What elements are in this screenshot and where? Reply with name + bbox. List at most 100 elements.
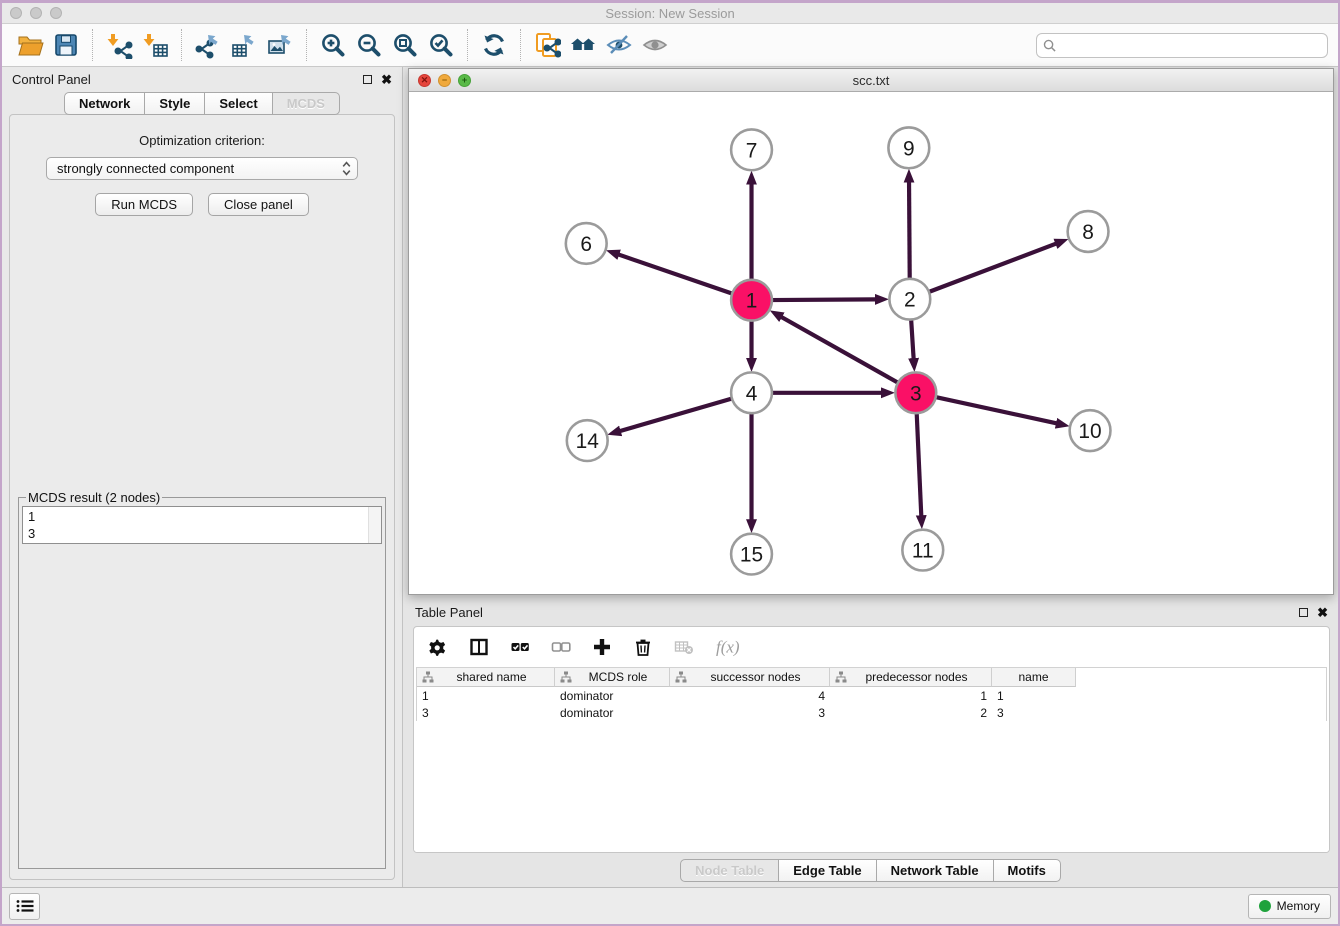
svg-text:10: 10 [1078, 420, 1101, 443]
zoom-in-button[interactable] [315, 28, 351, 62]
table-settings-button[interactable] [428, 637, 448, 657]
close-panel-button[interactable]: Close panel [208, 193, 309, 216]
delete-column-icon [633, 637, 653, 657]
column-layout-button[interactable] [469, 637, 489, 657]
close-panel-icon[interactable]: ✖ [381, 73, 392, 86]
search-box[interactable] [1036, 33, 1328, 58]
table-tab-network-table[interactable]: Network Table [877, 859, 994, 882]
duplicate-network-icon [533, 31, 561, 59]
delete-table-button [674, 637, 694, 657]
table-row-2[interactable]: 3dominator323 [417, 704, 1326, 721]
graph-node-6[interactable]: 6 [566, 223, 607, 264]
zoom-out-button[interactable] [351, 28, 387, 62]
svg-text:f(x): f(x) [716, 638, 740, 657]
cell-MCDS-role[interactable]: dominator [555, 704, 670, 721]
tab-style[interactable]: Style [145, 92, 205, 115]
zoom-selected-button[interactable] [423, 28, 459, 62]
edge-2-8[interactable] [927, 244, 1056, 293]
graph-node-4[interactable]: 4 [731, 372, 772, 413]
edge-3-1[interactable] [781, 317, 899, 384]
save-session-button[interactable] [48, 28, 84, 62]
export-image-button[interactable] [262, 28, 298, 62]
task-history-button[interactable] [9, 893, 40, 920]
result-scrollbar[interactable] [368, 507, 381, 543]
column-header-successor-nodes[interactable]: successor nodes [670, 668, 830, 687]
export-table-button[interactable] [226, 28, 262, 62]
cell-name[interactable]: 1 [992, 687, 1076, 704]
node-table-card: f(x) shared nameMCDS rolesuccessor nodes… [413, 626, 1330, 853]
optimization-select[interactable]: strongly connected component [46, 157, 358, 180]
column-header-MCDS-role[interactable]: MCDS role [555, 668, 670, 687]
column-header-shared-name[interactable]: shared name [417, 668, 555, 687]
edge-1-2[interactable] [770, 299, 876, 300]
cell-predecessor-nodes[interactable]: 1 [830, 687, 992, 704]
table-row-1[interactable]: 1dominator411 [417, 687, 1326, 704]
deselect-all-rows-button[interactable] [551, 637, 571, 657]
column-header-name[interactable]: name [992, 668, 1076, 687]
edge-1-6[interactable] [619, 255, 734, 295]
tab-mcds[interactable]: MCDS [273, 92, 340, 115]
workspace: ✕ − + scc.txt 7968124314101511 Table Pan… [403, 67, 1338, 887]
table-tab-edge-table[interactable]: Edge Table [779, 859, 876, 882]
select-all-rows-button[interactable] [510, 637, 530, 657]
edge-3-10[interactable] [934, 397, 1057, 424]
svg-text:14: 14 [576, 430, 599, 453]
tab-network[interactable]: Network [64, 92, 145, 115]
cell-shared-name[interactable]: 1 [417, 687, 555, 704]
add-column-button[interactable] [592, 637, 612, 657]
mcds-result-list: 13 [22, 506, 382, 544]
session-title: Session: New Session [2, 6, 1338, 21]
float-panel-icon[interactable] [363, 75, 372, 84]
export-network-button[interactable] [190, 28, 226, 62]
graph-node-14[interactable]: 14 [567, 420, 608, 461]
graph-node-11[interactable]: 11 [902, 530, 943, 571]
table-tab-node-table[interactable]: Node Table [680, 859, 779, 882]
network-canvas[interactable]: 7 9 6 8 1 2 4 3 14 10 15 11 [409, 92, 1333, 594]
column-header-predecessor-nodes[interactable]: predecessor nodes [830, 668, 992, 687]
graph-node-9[interactable]: 9 [888, 127, 929, 168]
graph-node-7[interactable]: 7 [731, 129, 772, 170]
table-tab-motifs[interactable]: Motifs [994, 859, 1061, 882]
save-session-icon [52, 31, 80, 59]
graph-node-3[interactable]: 3 [895, 372, 936, 413]
duplicate-network-button[interactable] [529, 28, 565, 62]
edge-3-11[interactable] [917, 411, 922, 516]
import-table-button[interactable] [137, 28, 173, 62]
svg-text:2: 2 [904, 289, 916, 312]
open-file-button[interactable] [12, 28, 48, 62]
toolbar-separator [306, 29, 307, 61]
cell-MCDS-role[interactable]: dominator [555, 687, 670, 704]
hide-panel-button[interactable] [601, 28, 637, 62]
svg-text:7: 7 [746, 139, 758, 162]
delete-column-button[interactable] [633, 637, 653, 657]
edge-2-9[interactable] [909, 182, 910, 281]
refresh-button[interactable] [476, 28, 512, 62]
edge-4-14[interactable] [620, 398, 734, 431]
float-table-panel-icon[interactable] [1299, 608, 1308, 617]
import-network-button[interactable] [101, 28, 137, 62]
graph-node-2[interactable]: 2 [889, 279, 930, 320]
svg-text:4: 4 [746, 382, 758, 405]
graph-node-1[interactable]: 1 [731, 280, 772, 321]
cell-name[interactable]: 3 [992, 704, 1076, 721]
zoom-fit-button[interactable] [387, 28, 423, 62]
tab-select[interactable]: Select [205, 92, 272, 115]
show-panel-button [637, 28, 673, 62]
optimization-label: Optimization criterion: [10, 133, 394, 148]
cell-predecessor-nodes[interactable]: 2 [830, 704, 992, 721]
task-list-icon [16, 899, 34, 913]
close-table-panel-icon[interactable]: ✖ [1317, 606, 1328, 619]
mcds-panel: Optimization criterion: strongly connect… [9, 114, 395, 880]
open-cyndex-button[interactable] [565, 28, 601, 62]
graph-node-8[interactable]: 8 [1068, 211, 1109, 252]
cell-successor-nodes[interactable]: 4 [670, 687, 830, 704]
run-mcds-button[interactable]: Run MCDS [95, 193, 193, 216]
graph-node-10[interactable]: 10 [1070, 410, 1111, 451]
search-input[interactable] [1060, 38, 1321, 53]
cell-shared-name[interactable]: 3 [417, 704, 555, 721]
table-empty-area [414, 721, 1329, 852]
cell-successor-nodes[interactable]: 3 [670, 704, 830, 721]
memory-button[interactable]: Memory [1248, 894, 1331, 919]
graph-node-15[interactable]: 15 [731, 534, 772, 575]
edge-2-3[interactable] [911, 318, 914, 359]
